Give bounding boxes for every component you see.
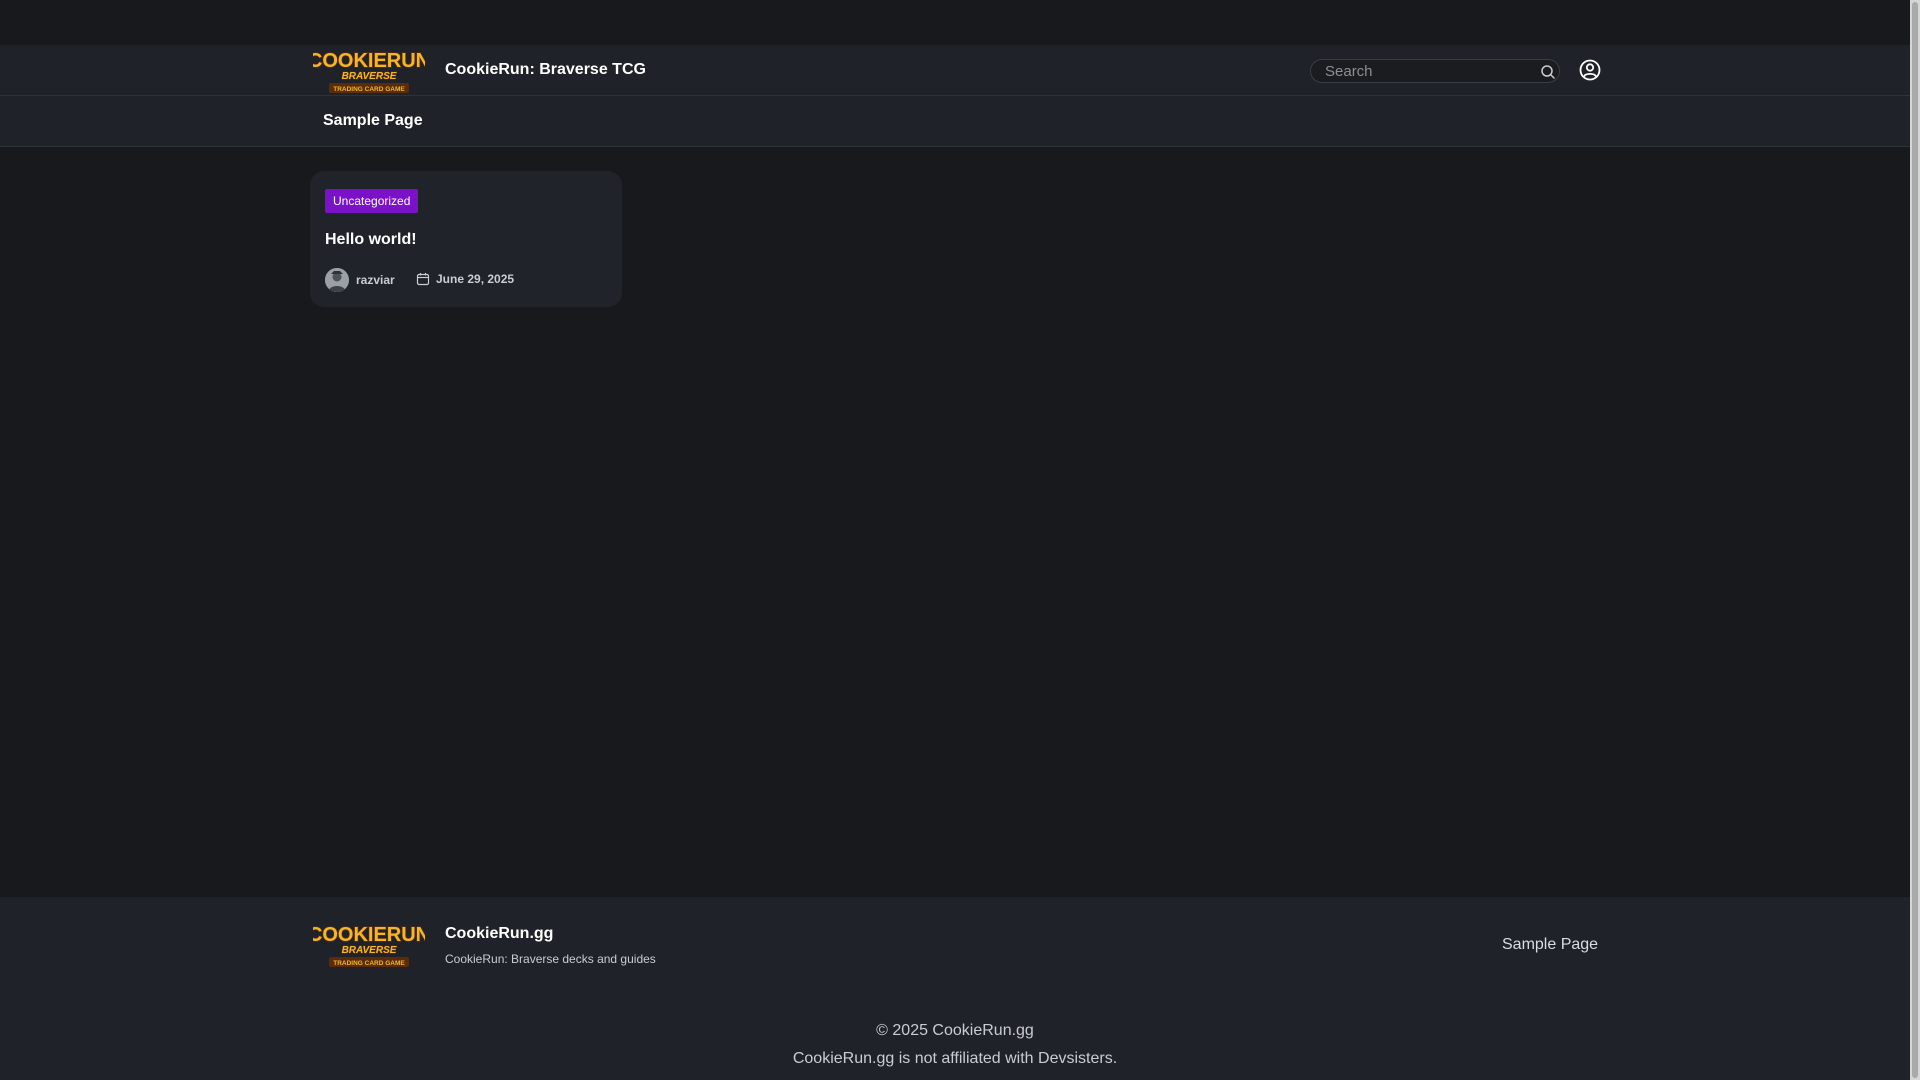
site-title[interactable]: CookieRun: Braverse TCG xyxy=(445,61,646,79)
svg-text:TRADING CARD GAME: TRADING CARD GAME xyxy=(333,960,405,967)
footer-logo[interactable]: COOKIERUN BRAVERSE TRADING CARD GAME xyxy=(307,921,431,969)
scrollbar-thumb[interactable] xyxy=(1912,2,1918,1078)
svg-text:BRAVERSE: BRAVERSE xyxy=(342,71,397,82)
footer-nav-sample-page[interactable]: Sample Page xyxy=(1502,936,1598,954)
footer-site-title[interactable]: CookieRun.gg xyxy=(445,925,553,943)
svg-text:COOKIERUN: COOKIERUN xyxy=(313,924,425,946)
post-card: Uncategorized Hello world! razviar June … xyxy=(310,171,622,307)
account-icon[interactable] xyxy=(1579,59,1601,81)
site-footer: COOKIERUN BRAVERSE TRADING CARD GAME Coo… xyxy=(0,897,1910,1080)
search-box xyxy=(1310,59,1560,83)
copyright: © 2025 CookieRun.gg xyxy=(876,1022,1034,1039)
search-input[interactable] xyxy=(1325,62,1530,80)
cookierun-braverse-logo: COOKIERUN BRAVERSE TRADING CARD GAME xyxy=(307,49,431,93)
cookierun-braverse-logo: COOKIERUN BRAVERSE TRADING CARD GAME xyxy=(307,923,431,967)
post-author[interactable]: razviar xyxy=(356,273,395,287)
footer-tagline: CookieRun: Braverse decks and guides xyxy=(445,952,656,966)
site-header: COOKIERUN BRAVERSE TRADING CARD GAME Coo… xyxy=(0,45,1910,96)
nav-item-sample-page[interactable]: Sample Page xyxy=(323,112,423,130)
svg-text:TRADING CARD GAME: TRADING CARD GAME xyxy=(333,86,405,93)
svg-text:BRAVERSE: BRAVERSE xyxy=(342,945,397,956)
search-icon[interactable] xyxy=(1540,64,1556,80)
disclaimer: CookieRun.gg is not affiliated with Devs… xyxy=(792,1050,1118,1067)
primary-nav: Sample Page xyxy=(0,96,1910,147)
category-badge[interactable]: Uncategorized xyxy=(325,189,419,213)
post-title[interactable]: Hello world! xyxy=(325,231,417,249)
author-avatar[interactable] xyxy=(325,268,349,292)
svg-text:COOKIERUN: COOKIERUN xyxy=(313,50,425,72)
site-logo[interactable]: COOKIERUN BRAVERSE TRADING CARD GAME xyxy=(307,47,431,95)
post-date: June 29, 2025 xyxy=(436,272,515,286)
calendar-icon xyxy=(416,272,430,286)
top-bar xyxy=(0,0,1910,45)
page-scrollbar[interactable] xyxy=(1910,0,1920,1080)
